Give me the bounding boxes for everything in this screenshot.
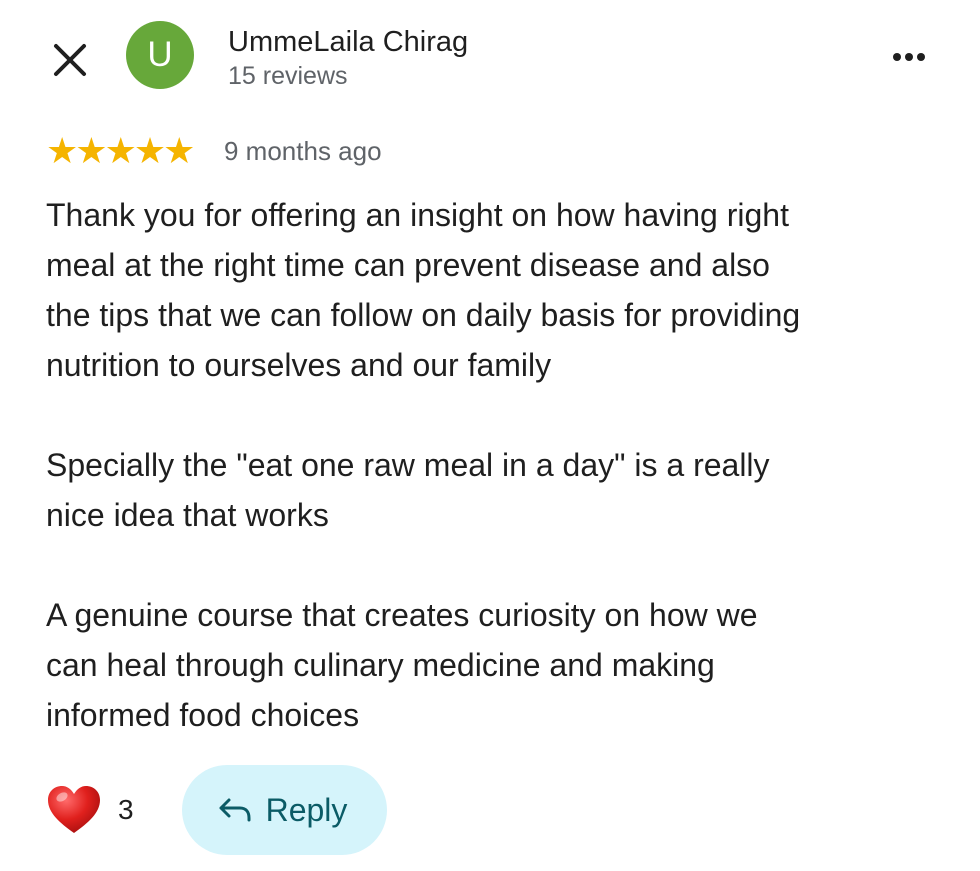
star-icon: ★ [46, 130, 79, 171]
heart-icon [48, 786, 100, 833]
more-options-button[interactable] [884, 40, 934, 74]
close-button[interactable] [52, 42, 88, 78]
review-paragraph: Specially the "eat one raw meal in a day… [46, 447, 770, 533]
more-options-dot [905, 53, 913, 61]
star-rating: ★ ★ ★ ★ ★ [46, 130, 196, 171]
avatar-letter: U [147, 35, 173, 74]
avatar[interactable]: U [126, 21, 194, 89]
star-icon: ★ [75, 130, 108, 171]
close-icon [54, 44, 86, 76]
like-count: 3 [118, 794, 134, 825]
star-icon: ★ [163, 130, 196, 171]
star-icon: ★ [133, 130, 167, 171]
reply-label: Reply [265, 792, 348, 828]
star-icon: ★ [104, 130, 137, 171]
reviewer-review-count: 15 reviews [228, 62, 348, 90]
more-options-dot [917, 53, 925, 61]
review-text: Thank you for offering an insight on how… [46, 190, 956, 740]
reply-button[interactable]: Reply [182, 765, 387, 855]
reply-arrow-icon [219, 798, 251, 822]
reviewer-name[interactable]: UmmeLaila Chirag [228, 24, 468, 60]
more-options-icon [893, 53, 901, 61]
review-time: 9 months ago [224, 136, 382, 166]
like-button[interactable] [46, 782, 102, 838]
review-paragraph: Thank you for offering an insight on how… [46, 197, 801, 383]
review-paragraph: A genuine course that creates curiosity … [46, 597, 758, 733]
